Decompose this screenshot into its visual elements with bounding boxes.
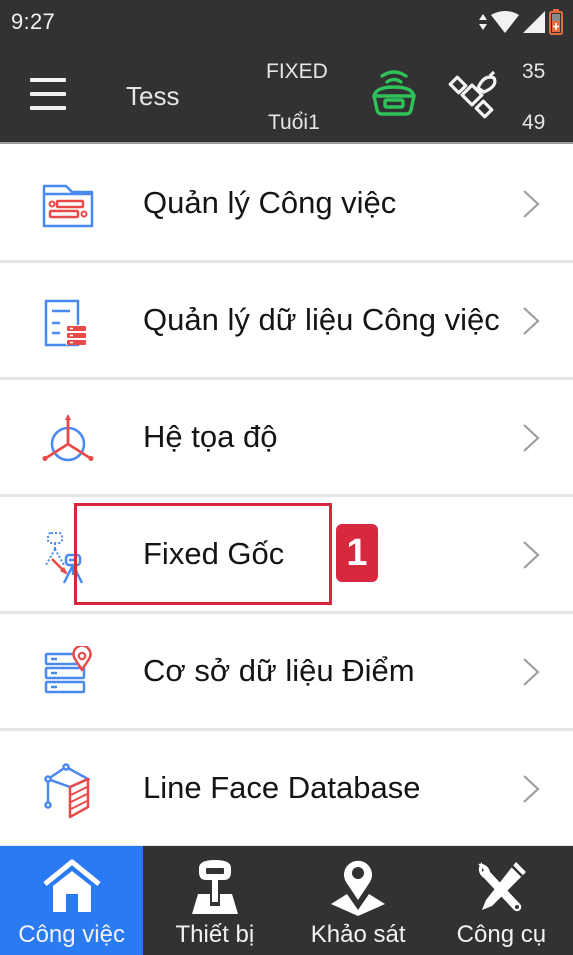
point-database-icon (44, 646, 92, 694)
cell-signal-icon (523, 11, 545, 33)
satellites-total: 49 (522, 111, 546, 134)
battery-charging-icon (549, 9, 563, 35)
tab-label: Khảo sát (310, 921, 406, 948)
hamburger-menu-icon[interactable] (26, 76, 70, 112)
chevron-right-icon (523, 424, 540, 452)
survey-pin-icon (331, 860, 386, 916)
tab-label: Công việc (18, 921, 125, 948)
gnss-receiver-icon[interactable] (366, 66, 422, 122)
annotation-step-badge: 1 (336, 524, 378, 582)
chevron-right-icon (523, 190, 540, 218)
status-bar: 9:27 (0, 0, 573, 44)
home-icon (43, 859, 101, 912)
menu-item-point-database[interactable]: Cơ sở dữ liệu Điểm (0, 614, 573, 731)
fix-status: FIXED (266, 60, 328, 83)
main-menu-list: Quản lý Công việc Quản lý dữ liệu Công v… (0, 146, 573, 848)
tab-label: Thiết bị (175, 921, 255, 948)
job-folder-icon (42, 184, 94, 228)
menu-item-coordinate-system[interactable]: Hệ tọa độ (0, 380, 573, 497)
line-face-database-icon (44, 763, 91, 819)
menu-item-label: Cơ sở dữ liệu Điểm (143, 653, 415, 688)
menu-item-label: Hệ tọa độ (143, 419, 278, 454)
tab-survey[interactable]: Khảo sát (287, 846, 430, 955)
menu-item-job-management[interactable]: Quản lý Công việc (0, 146, 573, 263)
tab-device[interactable]: Thiết bị (143, 846, 286, 955)
system-icons (479, 8, 563, 36)
project-name: Tess (126, 81, 180, 111)
tools-icon (478, 862, 527, 912)
tab-label: Công cụ (456, 921, 547, 948)
job-data-icon (44, 299, 86, 347)
app-bar: Tess FIXED Tuổi1 35 49 (0, 44, 573, 144)
chevron-right-icon (523, 658, 540, 686)
tab-jobs[interactable]: Công việc (0, 846, 144, 955)
satellites-used: 35 (522, 60, 546, 83)
satellite-icon[interactable] (448, 68, 500, 120)
menu-item-job-data-management[interactable]: Quản lý dữ liệu Công việc (0, 263, 573, 380)
tab-tools[interactable]: Công cụ (430, 846, 573, 955)
bottom-navigation: Công việc Thiết bị Khảo sát Công cụ (0, 846, 573, 955)
menu-item-label: Line Face Database (143, 770, 421, 805)
chevron-right-icon (523, 775, 540, 803)
menu-item-label: Quản lý dữ liệu Công việc (143, 302, 500, 337)
device-icon (191, 860, 238, 914)
correction-age: Tuổi1 (268, 111, 320, 134)
wifi-icon (491, 11, 519, 33)
chevron-right-icon (523, 541, 540, 569)
menu-item-line-face-database[interactable]: Line Face Database (0, 731, 573, 848)
status-time: 9:27 (11, 9, 56, 34)
menu-item-fixed-base[interactable]: Fixed Gốc (0, 497, 573, 614)
base-station-icon (45, 532, 84, 584)
menu-item-label: Fixed Gốc (143, 536, 285, 571)
chevron-right-icon (523, 307, 540, 335)
coordinate-system-icon (42, 414, 94, 462)
data-arrows-icon (479, 14, 487, 30)
menu-item-label: Quản lý Công việc (143, 185, 397, 220)
